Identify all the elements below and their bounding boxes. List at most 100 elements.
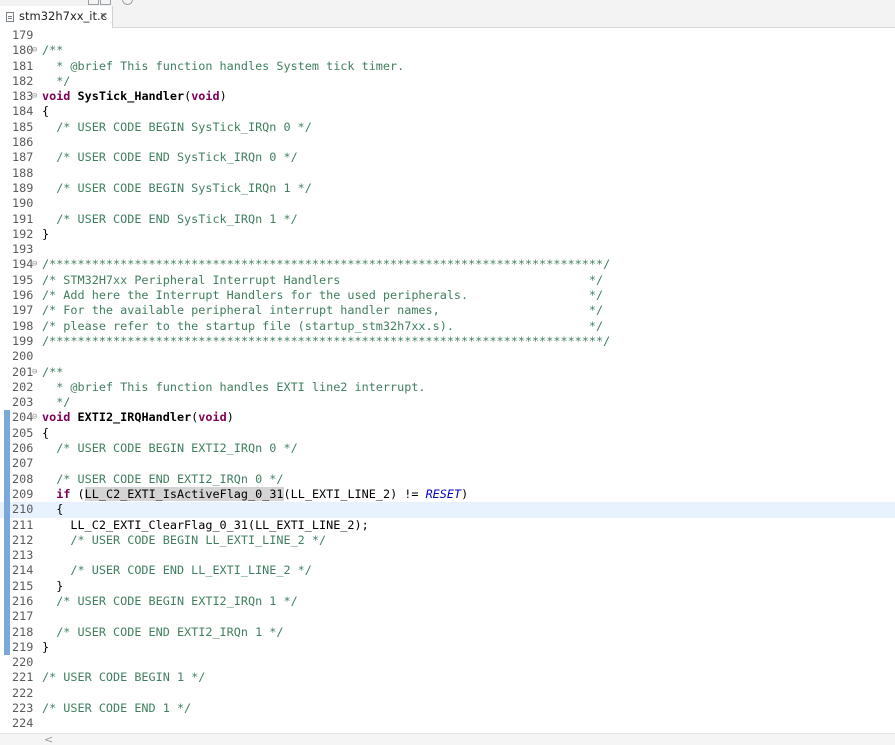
code-line[interactable]: 199 /************************************… xyxy=(0,334,895,349)
code-line[interactable]: 198 /* please refer to the startup file (… xyxy=(0,319,895,334)
code-text: /* USER CODE END SysTick_IRQn 0 */ xyxy=(42,150,297,165)
code-line[interactable]: 207 xyxy=(0,456,895,472)
code-line[interactable]: 221 /* USER CODE BEGIN 1 */ xyxy=(0,670,895,685)
code-line[interactable]: 185 /* USER CODE BEGIN SysTick_IRQn 0 */ xyxy=(0,120,895,135)
line-gutter: 222 xyxy=(0,686,38,701)
code-line[interactable]: 215 } xyxy=(0,578,895,594)
code-line[interactable]: 213 xyxy=(0,548,895,564)
tab-stm32h7xx-it-c[interactable]: stm32h7xx_it.c × xyxy=(0,6,113,28)
code-line[interactable]: 197 /* For the available peripheral inter… xyxy=(0,303,895,318)
code-line[interactable]: 217 xyxy=(0,609,895,625)
code-text: /* USER CODE BEGIN EXTI2_IRQn 1 */ xyxy=(42,593,298,609)
code-line[interactable]: 195 /* STM32H7xx Peripheral Interrupt Han… xyxy=(0,273,895,288)
code-text: */ xyxy=(42,395,70,410)
code-token: (LL_EXTI_LINE_2) != xyxy=(283,486,426,501)
code-line[interactable]: 202 * @brief This function handles EXTI … xyxy=(0,380,895,395)
code-line[interactable]: 180 ⊖ /** xyxy=(0,43,895,58)
scroll-left-icon[interactable]: < xyxy=(44,733,53,746)
code-line[interactable]: 187 /* USER CODE END SysTick_IRQn 0 */ xyxy=(0,150,895,165)
code-text: /* USER CODE END SysTick_IRQn 1 */ xyxy=(42,212,297,227)
code-line[interactable]: 186 xyxy=(0,135,895,150)
code-line[interactable]: 203 */ xyxy=(0,395,895,410)
fold-collapse-icon[interactable]: ⊖ xyxy=(32,410,37,425)
close-icon[interactable]: × xyxy=(99,9,108,22)
fold-collapse-icon[interactable]: ⊖ xyxy=(32,365,37,380)
code-text: LL_C2_EXTI_ClearFlag_0_31(LL_EXTI_LINE_2… xyxy=(42,518,368,533)
code-text: * @brief This function handles EXTI line… xyxy=(42,380,425,395)
code-line[interactable]: 193 xyxy=(0,242,895,257)
code-line[interactable]: 212 /* USER CODE BEGIN LL_EXTI_LINE_2 */ xyxy=(0,532,895,549)
tab-label: stm32h7xx_it.c xyxy=(19,9,107,23)
code-line[interactable]: 191 /* USER CODE END SysTick_IRQn 1 */ xyxy=(0,212,895,227)
line-gutter: 218 xyxy=(0,624,38,640)
code-function-name: EXTI2_IRQHandler xyxy=(77,410,192,425)
fold-collapse-icon[interactable]: ⊖ xyxy=(32,43,37,58)
toolbar-icon[interactable] xyxy=(122,0,133,5)
code-comment: /* USER CODE BEGIN EXTI2_IRQn 1 */ xyxy=(42,593,298,608)
code-token: } xyxy=(42,578,64,593)
code-line[interactable]: 211 LL_C2_EXTI_ClearFlag_0_31(LL_EXTI_LI… xyxy=(0,517,895,533)
line-gutter: 210 xyxy=(0,502,38,518)
code-line[interactable]: 209 if (LL_C2_EXTI_IsActiveFlag_0_31(LL_… xyxy=(0,486,895,503)
code-line[interactable]: 181 * @brief This function handles Syste… xyxy=(0,59,895,74)
code-comment: * @brief This function handles System ti… xyxy=(42,58,405,73)
code-line[interactable]: 189 /* USER CODE BEGIN SysTick_IRQn 1 */ xyxy=(0,181,895,196)
change-marker xyxy=(4,456,10,472)
line-number: 215 xyxy=(12,578,34,593)
code-line[interactable]: 204 ⊖ void EXTI2_IRQHandler(void) xyxy=(0,410,895,426)
line-number: 183 xyxy=(12,89,34,104)
code-line[interactable]: 208 /* USER CODE END EXTI2_IRQn 0 */ xyxy=(0,471,895,487)
code-line[interactable]: 218 /* USER CODE END EXTI2_IRQn 1 */ xyxy=(0,624,895,640)
line-gutter: 190 xyxy=(0,196,38,211)
code-line[interactable]: 188 xyxy=(0,166,895,181)
code-line[interactable]: 184 { xyxy=(0,104,895,119)
code-line[interactable]: 216 /* USER CODE BEGIN EXTI2_IRQn 1 */ xyxy=(0,593,895,610)
line-number: 217 xyxy=(12,609,34,624)
code-editor[interactable]: 179 180 ⊖/** 181 * @brief This function han… xyxy=(0,28,895,733)
code-line[interactable]: 205 { xyxy=(0,425,895,442)
code-line[interactable]: 201 ⊖ /** xyxy=(0,365,895,380)
code-line[interactable]: 182 */ xyxy=(0,74,895,89)
line-number: 219 xyxy=(12,639,34,654)
code-line[interactable]: 210 { xyxy=(0,502,895,518)
toolbar-icon[interactable] xyxy=(88,0,99,5)
code-line[interactable]: 200 xyxy=(0,349,895,364)
code-line[interactable]: 224 xyxy=(0,716,895,731)
toolbar-icon[interactable] xyxy=(100,0,111,5)
code-line[interactable]: 194 ⊖ /***********************************… xyxy=(0,257,895,272)
code-text: /** xyxy=(42,43,63,58)
line-gutter: 197 xyxy=(0,303,38,318)
line-number: 224 xyxy=(12,716,34,731)
code-keyword: void xyxy=(198,410,227,425)
code-line[interactable]: 192} xyxy=(0,227,895,242)
line-gutter: 205 xyxy=(0,425,38,442)
code-line[interactable]: 222 xyxy=(0,686,895,701)
line-number: 197 xyxy=(12,303,34,318)
code-line[interactable]: 220 xyxy=(0,655,895,670)
line-gutter: 189 xyxy=(0,181,38,196)
code-comment: /* Add here the Interrupt Handlers for t… xyxy=(42,288,604,303)
fold-collapse-icon[interactable]: ⊖ xyxy=(32,257,37,272)
fold-collapse-icon[interactable]: ⊖ xyxy=(32,89,37,104)
horizontal-scrollbar[interactable]: < xyxy=(0,733,895,746)
change-marker xyxy=(4,425,10,442)
code-comment: /* USER CODE BEGIN SysTick_IRQn 0 */ xyxy=(42,119,312,134)
line-number: 221 xyxy=(12,670,34,685)
code-line[interactable]: 190 xyxy=(0,196,895,211)
line-gutter: 185 xyxy=(0,120,38,135)
code-line[interactable]: 206 /* USER CODE BEGIN EXTI2_IRQn 0 */ xyxy=(0,441,895,457)
line-gutter: 217 xyxy=(0,609,38,625)
code-line[interactable]: 223 /* USER CODE END 1 */ xyxy=(0,701,895,716)
line-number: 208 xyxy=(12,471,34,486)
line-gutter: 215 xyxy=(0,578,38,594)
line-gutter: 207 xyxy=(0,456,38,472)
code-comment: /* USER CODE BEGIN LL_EXTI_LINE_2 */ xyxy=(42,532,327,547)
code-line[interactable]: 196 /* Add here the Interrupt Handlers fo… xyxy=(0,288,895,303)
code-line[interactable]: 183 ⊖ void SysTick_Handler(void) xyxy=(0,89,895,104)
code-line[interactable]: 214 /* USER CODE END LL_EXTI_LINE_2 */ xyxy=(0,563,895,579)
line-number: 194 xyxy=(12,257,34,272)
code-line[interactable]: 219} xyxy=(0,639,895,656)
change-marker xyxy=(4,548,10,564)
line-gutter: 196 xyxy=(0,288,38,303)
code-line[interactable]: 179 xyxy=(0,28,895,43)
